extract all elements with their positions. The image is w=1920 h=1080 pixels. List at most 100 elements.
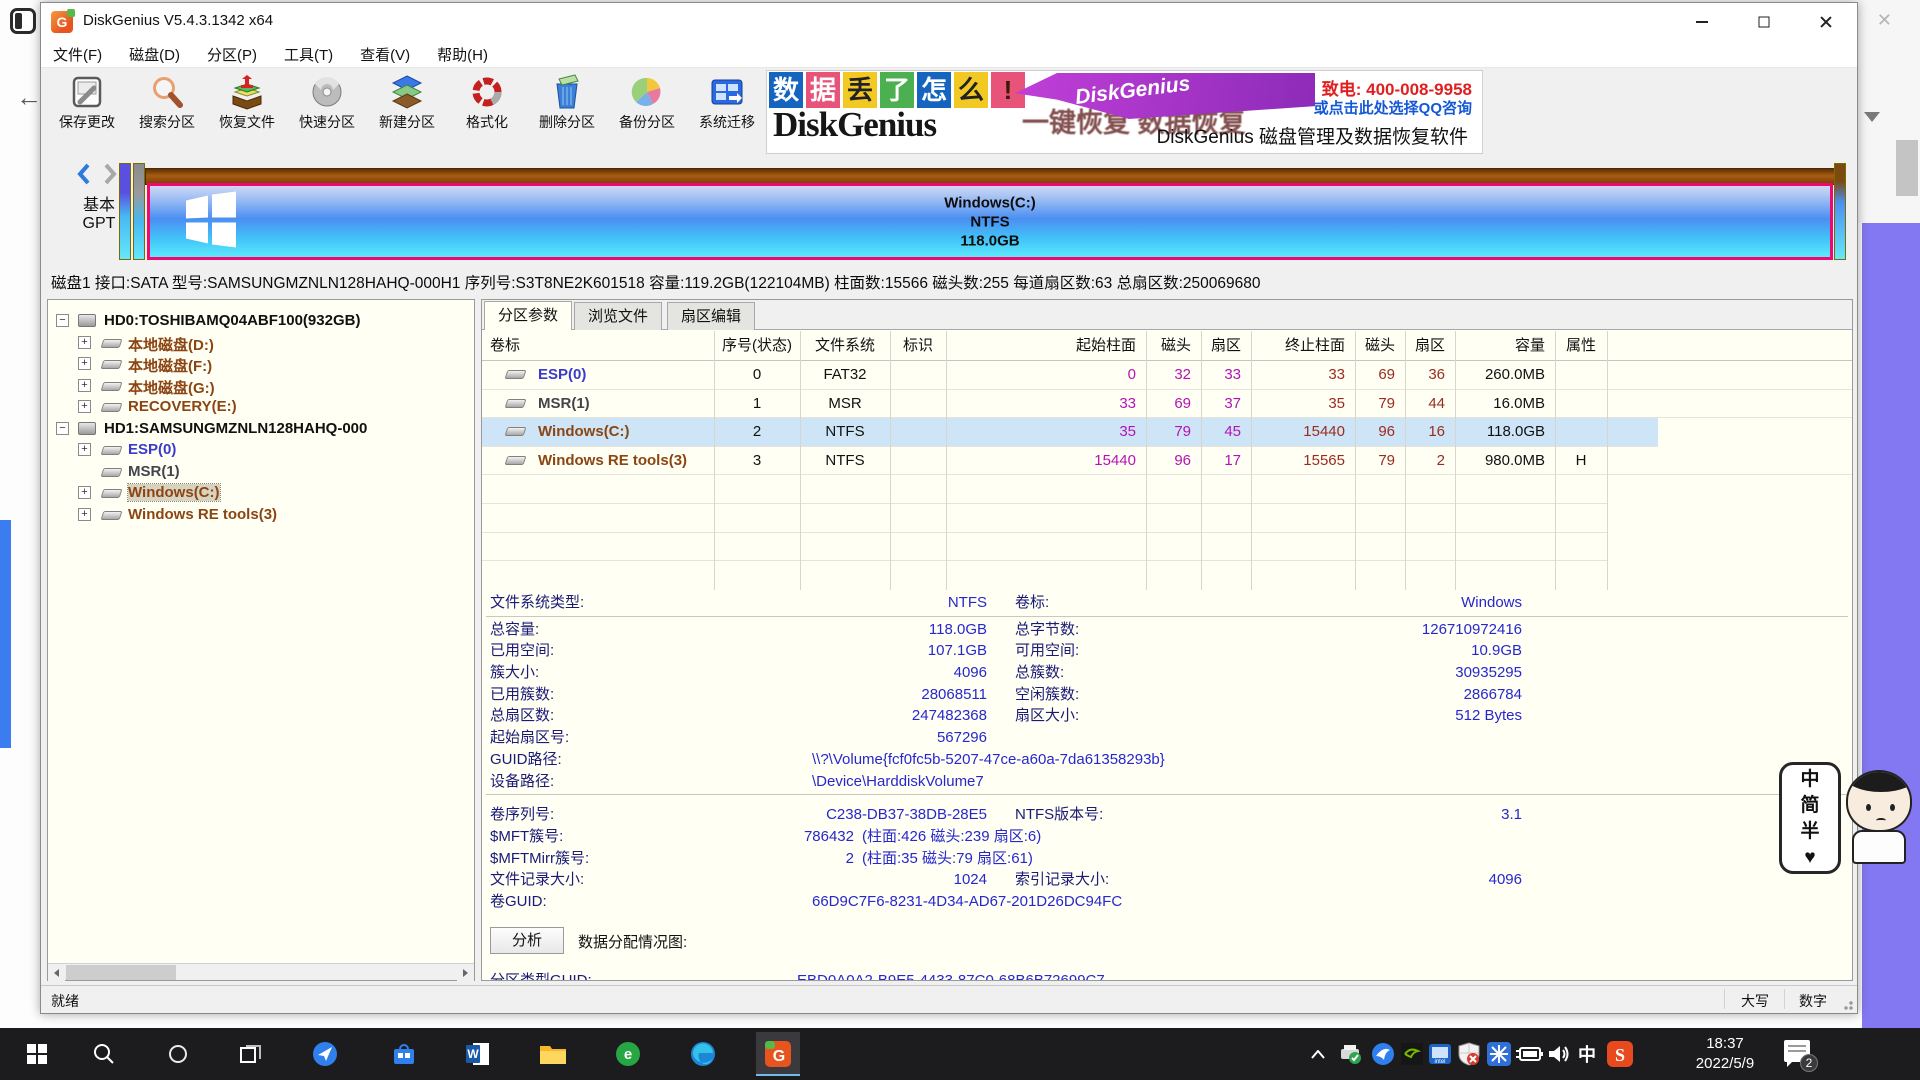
tree-item-esp[interactable]: + ESP(0) xyxy=(48,439,474,461)
collapse-icon[interactable]: − xyxy=(56,314,69,327)
disk-map-band: 基本 GPT Windows(C:) NTFS 118.0GB xyxy=(41,155,1857,265)
notification-center-button[interactable]: 2 xyxy=(1784,1040,1812,1066)
intel-graphics-icon[interactable]: intel xyxy=(1427,1041,1453,1067)
tree-item-windows-c[interactable]: + Windows(C:) xyxy=(48,482,474,504)
prev-disk-arrow-icon[interactable] xyxy=(77,163,91,190)
taskbar: W e G intel 中 S 18:37 2022/5/ xyxy=(0,1028,1920,1080)
tree-item-local-d[interactable]: + 本地磁盘(D:) xyxy=(48,332,474,354)
ime-status-widget[interactable]: 中 简 半 ♥ xyxy=(1779,762,1841,874)
ime-halfwidth-label[interactable]: 半 xyxy=(1800,819,1819,844)
backup-partition-button[interactable]: 备份分区 xyxy=(607,72,687,150)
system-migrate-button[interactable]: 系统迁移 xyxy=(687,72,767,150)
scrollbar-thumb[interactable] xyxy=(66,965,176,980)
tray-expand-icon[interactable] xyxy=(1306,1041,1330,1067)
ime-lang-label[interactable]: 中 xyxy=(1800,767,1819,792)
delete-partition-button[interactable]: 删除分区 xyxy=(527,72,607,150)
analyze-button[interactable]: 分析 xyxy=(490,927,564,954)
menu-help[interactable]: 帮助(H) xyxy=(437,44,488,65)
tree-horizontal-scrollbar[interactable] xyxy=(48,963,474,980)
taskbar-clock[interactable]: 18:37 2022/5/9 xyxy=(1680,1034,1770,1074)
ad-banner[interactable]: 数 据 丢 了 怎 么 ! 一键恢复 数据恢复 DiskGenius DiskG… xyxy=(766,70,1483,154)
expand-icon[interactable]: + xyxy=(78,508,91,521)
ime-heart-icon[interactable]: ♥ xyxy=(1804,845,1815,870)
partition-block-msr[interactable] xyxy=(133,163,145,260)
table-row-windows-c[interactable]: Windows(C:) 2 NTFS 35 79 45 15440 96 16 … xyxy=(482,418,1658,447)
banner-qq-link[interactable]: 或点击此处选择QQ咨询 xyxy=(1314,97,1472,118)
cortana-button[interactable] xyxy=(156,1032,200,1076)
scroll-left-icon[interactable] xyxy=(48,964,65,981)
ime-language-indicator[interactable]: 中 xyxy=(1574,1041,1600,1067)
word-button[interactable]: W xyxy=(456,1032,500,1076)
taskbar-search-button[interactable] xyxy=(82,1032,126,1076)
tree-item-local-f[interactable]: + 本地磁盘(F:) xyxy=(48,353,474,375)
new-partition-button[interactable]: 新建分区 xyxy=(367,72,447,150)
tree-item-local-g[interactable]: + 本地磁盘(G:) xyxy=(48,375,474,397)
minimize-button[interactable] xyxy=(1671,3,1733,41)
messenger-app-button[interactable] xyxy=(303,1032,347,1076)
partition-block-esp[interactable] xyxy=(119,163,131,260)
recover-files-button[interactable]: 恢复文件 xyxy=(207,72,287,150)
table-row-msr[interactable]: MSR(1) 1 MSR 33 69 37 35 79 44 16.0MB xyxy=(482,390,1852,419)
search-partition-button[interactable]: 搜索分区 xyxy=(127,72,207,150)
partition-table: 卷标 序号(状态) 文件系统 标识 起始柱面 磁头 扇区 终止柱面 磁头 扇区 … xyxy=(482,331,1852,590)
menu-partition[interactable]: 分区(P) xyxy=(207,44,257,65)
background-left-strip xyxy=(0,520,11,748)
tree-item-msr[interactable]: MSR(1) xyxy=(48,461,474,483)
expand-icon[interactable]: + xyxy=(78,443,91,456)
store-button[interactable] xyxy=(382,1032,426,1076)
partition-block-windows-c[interactable]: Windows(C:) NTFS 118.0GB xyxy=(147,183,1833,260)
scroll-right-icon[interactable] xyxy=(457,964,474,981)
printer-ok-icon[interactable] xyxy=(1338,1041,1364,1067)
allocation-map-label: 数据分配情况图: xyxy=(578,931,687,952)
tree-item-recovery-e[interactable]: + RECOVERY(E:) xyxy=(48,396,474,418)
tab-partition-params[interactable]: 分区参数 xyxy=(484,301,572,330)
defender-alert-icon[interactable] xyxy=(1456,1041,1482,1067)
close-button[interactable] xyxy=(1795,3,1857,41)
task-view-button[interactable] xyxy=(229,1032,273,1076)
background-purple-strip xyxy=(1862,223,1920,1028)
file-explorer-button[interactable] xyxy=(531,1032,575,1076)
disk-icon xyxy=(78,314,96,327)
snowflake-icon[interactable] xyxy=(1486,1041,1512,1067)
format-button[interactable]: 格式化 xyxy=(447,72,527,150)
tree-item-windows-re[interactable]: + Windows RE tools(3) xyxy=(48,504,474,526)
maximize-button[interactable] xyxy=(1733,3,1795,41)
resize-grip[interactable] xyxy=(1843,999,1855,1011)
partition-block-re-tools[interactable] xyxy=(1834,163,1846,260)
start-button[interactable] xyxy=(15,1032,59,1076)
menu-tools[interactable]: 工具(T) xyxy=(284,44,333,65)
ime-simplified-label[interactable]: 简 xyxy=(1800,793,1819,818)
menu-view[interactable]: 查看(V) xyxy=(360,44,410,65)
table-row-windows-re[interactable]: Windows RE tools(3) 3 NTFS 15440 96 17 1… xyxy=(482,447,1852,476)
disk-map: Windows(C:) NTFS 118.0GB xyxy=(145,163,1846,263)
menu-file[interactable]: 文件(F) xyxy=(53,44,102,65)
nvidia-icon[interactable] xyxy=(1399,1041,1425,1067)
expand-icon[interactable]: + xyxy=(78,400,91,413)
tab-sector-edit[interactable]: 扇区编辑 xyxy=(667,302,755,330)
tab-browse-files[interactable]: 浏览文件 xyxy=(574,302,662,330)
title-bar[interactable]: G DiskGenius V5.4.3.1342 x64 xyxy=(41,3,1857,41)
expand-icon[interactable]: + xyxy=(78,336,91,349)
background-down-arrow-icon xyxy=(1864,112,1880,122)
expand-icon[interactable]: + xyxy=(78,357,91,370)
status-ready: 就绪 xyxy=(51,991,79,1011)
save-changes-button[interactable]: 保存更改 xyxy=(47,72,127,150)
green-e-app-button[interactable]: e xyxy=(606,1032,650,1076)
next-disk-arrow-icon[interactable] xyxy=(103,163,117,190)
menu-disk[interactable]: 磁盘(D) xyxy=(129,44,180,65)
battery-icon[interactable] xyxy=(1515,1041,1543,1067)
format-icon xyxy=(469,74,505,110)
tree-item-hd0[interactable]: − HD0:TOSHIBAMQ04ABF100(932GB) xyxy=(48,310,474,332)
expand-icon[interactable]: + xyxy=(78,379,91,392)
bird-app-icon[interactable] xyxy=(1370,1041,1396,1067)
tree-item-hd1[interactable]: − HD1:SAMSUNGMZNLN128HAHQ-000 xyxy=(48,418,474,440)
table-row-esp[interactable]: ESP(0) 0 FAT32 0 32 33 33 69 36 260.0MB xyxy=(482,361,1852,390)
collapse-icon[interactable]: − xyxy=(56,422,69,435)
quick-partition-button[interactable]: 快速分区 xyxy=(287,72,367,150)
sogou-icon[interactable]: S xyxy=(1606,1041,1634,1067)
expand-icon[interactable]: + xyxy=(78,486,91,499)
volume-icon[interactable] xyxy=(1546,1041,1572,1067)
edge-button[interactable] xyxy=(681,1032,725,1076)
tab-bar: 分区参数 浏览文件 扇区编辑 xyxy=(482,300,1852,330)
diskgenius-taskbar-button[interactable]: G xyxy=(756,1032,800,1076)
